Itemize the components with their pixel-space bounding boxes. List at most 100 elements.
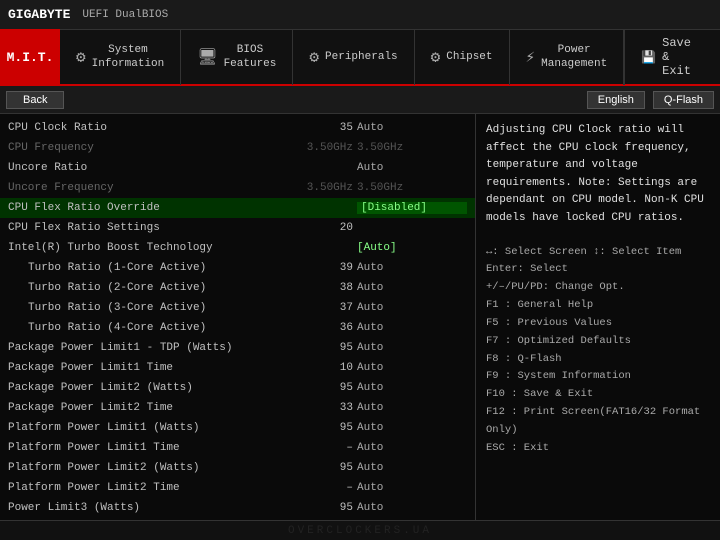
table-row[interactable]: Turbo Ratio (3-Core Active)37Auto xyxy=(0,298,475,318)
table-row[interactable]: Uncore Frequency3.50GHz3.50GHz xyxy=(0,178,475,198)
setting-current-value: 33 xyxy=(277,402,357,414)
setting-current-value: 3.50GHz xyxy=(277,142,357,154)
shortcuts-list: ↔: Select Screen ↕: Select ItemEnter: Se… xyxy=(486,244,710,458)
help-panel: Adjusting CPU Clock ratio will affect th… xyxy=(476,114,720,520)
setting-current-value: 39 xyxy=(277,262,357,274)
help-description: Adjusting CPU Clock ratio will affect th… xyxy=(486,122,710,228)
nav-power-management[interactable]: ⚡ PowerManagement xyxy=(510,29,625,85)
setting-name: Package Power Limit2 (Watts) xyxy=(8,382,277,394)
setting-alt-value: Auto xyxy=(357,422,467,434)
setting-name: Package Power Limit2 Time xyxy=(8,402,277,414)
shortcut-row: ESC : Exit xyxy=(486,440,710,458)
nav-peripherals[interactable]: ⚙ Peripherals xyxy=(293,29,414,85)
setting-name: CPU Flex Ratio Override xyxy=(8,202,277,214)
table-row[interactable]: Turbo Ratio (2-Core Active)38Auto xyxy=(0,278,475,298)
table-row[interactable]: Package Power Limit1 - TDP (Watts)95Auto xyxy=(0,338,475,358)
main-content: CPU Clock Ratio35AutoCPU Frequency3.50GH… xyxy=(0,114,720,520)
setting-name: Platform Power Limit2 (Watts) xyxy=(8,462,277,474)
setting-alt-value: Auto xyxy=(357,502,467,514)
nav-bios-features-label: BIOSFeatures xyxy=(224,43,277,72)
table-row[interactable]: Platform Power Limit1 Time–Auto xyxy=(0,438,475,458)
table-row[interactable]: Platform Power Limit2 (Watts)95Auto xyxy=(0,458,475,478)
nav-power-label: PowerManagement xyxy=(541,43,607,72)
shortcut-row: F10 : Save & Exit xyxy=(486,386,710,404)
setting-current-value: 20 xyxy=(277,222,357,234)
setting-name: Package Power Limit1 - TDP (Watts) xyxy=(8,342,277,354)
table-row[interactable]: CPU Frequency3.50GHz3.50GHz xyxy=(0,138,475,158)
table-row[interactable]: Package Power Limit1 Time10Auto xyxy=(0,358,475,378)
table-row[interactable]: Intel(R) Turbo Boost Technology [Auto] xyxy=(0,238,475,258)
nav-bios-features[interactable]: 🖥 BIOSFeatures xyxy=(181,29,293,85)
status-bar: OVERCLOCKERS.UA xyxy=(0,520,720,540)
setting-name: Platform Power Limit1 (Watts) xyxy=(8,422,277,434)
setting-name: Intel(R) Turbo Boost Technology xyxy=(8,242,277,254)
setting-name: Platform Power Limit1 Time xyxy=(8,442,277,454)
save-exit-icon: 💾 xyxy=(641,50,656,65)
qflash-button[interactable]: Q-Flash xyxy=(653,91,714,109)
back-button[interactable]: Back xyxy=(6,91,64,109)
setting-current-value: 3.50GHz xyxy=(277,182,357,194)
power-icon: ⚡ xyxy=(526,47,536,67)
setting-name: Uncore Frequency xyxy=(8,182,277,194)
setting-current-value: 95 xyxy=(277,342,357,354)
setting-alt-value: Auto xyxy=(357,402,467,414)
nav-chipset-label: Chipset xyxy=(446,50,492,64)
table-row[interactable]: CPU Clock Ratio35Auto xyxy=(0,118,475,138)
nav-chipset[interactable]: ⚙ Chipset xyxy=(415,29,510,85)
table-row[interactable]: Uncore Ratio Auto xyxy=(0,158,475,178)
setting-current-value: – xyxy=(277,482,357,494)
setting-current-value: – xyxy=(277,442,357,454)
shortcut-row: F7 : Optimized Defaults xyxy=(486,333,710,351)
setting-name: Platform Power Limit2 Time xyxy=(8,482,277,494)
setting-alt-value: Auto xyxy=(357,342,467,354)
table-row[interactable]: Turbo Ratio (4-Core Active)36Auto xyxy=(0,318,475,338)
table-row[interactable]: Package Power Limit2 (Watts)95Auto xyxy=(0,378,475,398)
bios-features-icon: 🖥 xyxy=(197,47,217,67)
navigation-bar: M.I.T. ⚙ SystemInformation 🖥 BIOSFeature… xyxy=(0,30,720,86)
save-exit-label: Save & Exit xyxy=(662,36,704,78)
setting-alt-value: Auto xyxy=(357,442,467,454)
nav-system-info[interactable]: ⚙ SystemInformation xyxy=(60,29,181,85)
setting-current-value: 95 xyxy=(277,382,357,394)
setting-current-value: 38 xyxy=(277,282,357,294)
setting-alt-value: Auto xyxy=(357,262,467,274)
setting-name: Power Limit3 (Watts) xyxy=(8,502,277,514)
shortcut-row: F8 : Q-Flash xyxy=(486,351,710,369)
table-row[interactable]: Power Limit3 (Watts)95Auto xyxy=(0,498,475,518)
setting-alt-value: Auto xyxy=(357,162,467,174)
setting-alt-value: Auto xyxy=(357,462,467,474)
table-row[interactable]: Turbo Ratio (1-Core Active)39Auto xyxy=(0,258,475,278)
setting-alt-value: Auto xyxy=(357,482,467,494)
setting-alt-value: Auto xyxy=(357,122,467,134)
setting-current-value: 95 xyxy=(277,422,357,434)
bios-label: UEFI DualBIOS xyxy=(82,9,168,21)
setting-current-value: 95 xyxy=(277,462,357,474)
setting-current-value: 36 xyxy=(277,322,357,334)
table-row[interactable]: Power Limit3 Time–Auto xyxy=(0,518,475,520)
header-bar: GIGABYTE UEFI DualBIOS xyxy=(0,0,720,30)
setting-name: CPU Flex Ratio Settings xyxy=(8,222,277,234)
setting-name: Turbo Ratio (4-Core Active) xyxy=(8,322,277,334)
setting-name: Turbo Ratio (2-Core Active) xyxy=(8,282,277,294)
setting-current-value: 37 xyxy=(277,302,357,314)
table-row[interactable]: Platform Power Limit1 (Watts)95Auto xyxy=(0,418,475,438)
setting-alt-value: Auto xyxy=(357,282,467,294)
shortcut-row: Enter: Select xyxy=(486,261,710,279)
table-row[interactable]: CPU Flex Ratio Override[Disabled] xyxy=(0,198,475,218)
setting-name: Uncore Ratio xyxy=(8,162,277,174)
save-exit-button[interactable]: 💾 Save & Exit xyxy=(624,29,720,85)
language-selector[interactable]: English xyxy=(587,91,645,109)
setting-current-value: 10 xyxy=(277,362,357,374)
table-row[interactable]: Platform Power Limit2 Time–Auto xyxy=(0,478,475,498)
setting-name: Turbo Ratio (3-Core Active) xyxy=(8,302,277,314)
mit-button[interactable]: M.I.T. xyxy=(0,29,60,85)
system-info-icon: ⚙ xyxy=(76,47,86,67)
setting-alt-value: [Auto] xyxy=(357,242,467,254)
table-row[interactable]: Package Power Limit2 Time33Auto xyxy=(0,398,475,418)
setting-current-value: 35 xyxy=(277,122,357,134)
table-row[interactable]: CPU Flex Ratio Settings20 xyxy=(0,218,475,238)
setting-alt-value: 3.50GHz xyxy=(357,142,467,154)
toolbar: Back English Q-Flash xyxy=(0,86,720,114)
chipset-icon: ⚙ xyxy=(431,47,441,67)
nav-system-info-label: SystemInformation xyxy=(92,43,165,72)
